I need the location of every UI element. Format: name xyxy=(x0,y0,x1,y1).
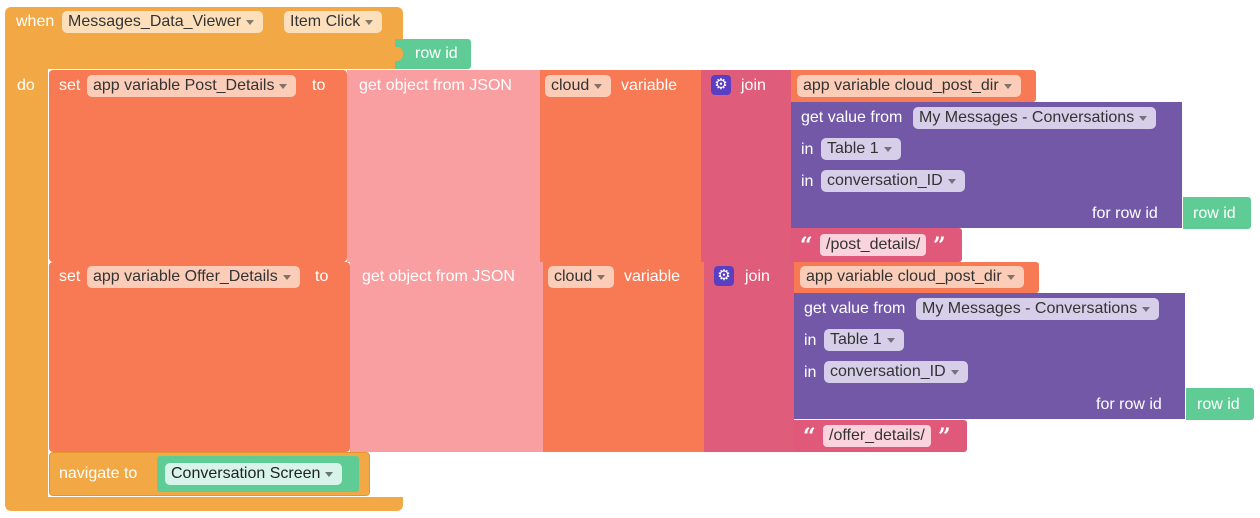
event-dropdown[interactable]: Item Click xyxy=(284,11,383,33)
open-quote-icon: “ xyxy=(803,424,816,450)
cloud-variable-block[interactable] xyxy=(540,70,701,262)
get-object-json-block[interactable] xyxy=(347,70,540,262)
get-object-label: get object from JSON xyxy=(359,77,512,94)
component-dropdown[interactable]: Messages_Data_Viewer xyxy=(62,11,264,33)
variable-label: variable xyxy=(621,77,678,94)
column-dropdown[interactable]: conversation_ID xyxy=(821,170,965,192)
join-block[interactable] xyxy=(701,70,791,262)
table-dropdown[interactable]: Table 1 xyxy=(821,138,901,160)
cloud-dropdown[interactable]: cloud xyxy=(548,266,615,288)
set-block-offer-details[interactable] xyxy=(49,262,350,452)
cloud-dropdown[interactable]: cloud xyxy=(545,75,612,97)
event-block-footer xyxy=(5,497,403,511)
variable-dropdown-post-details[interactable]: app variable Post_Details xyxy=(87,75,297,97)
set-label: set xyxy=(59,77,81,94)
close-quote-icon: ” xyxy=(933,233,946,259)
cloud-variable-block[interactable] xyxy=(543,262,704,452)
gear-icon[interactable]: ⚙ xyxy=(711,75,731,95)
in-label: in xyxy=(801,141,814,158)
join-block[interactable] xyxy=(704,262,794,452)
string-value[interactable]: /offer_details/ xyxy=(823,425,931,447)
open-quote-icon: “ xyxy=(800,233,813,259)
join-label: join xyxy=(745,268,770,285)
variable-label: variable xyxy=(624,268,681,285)
close-quote-icon: ” xyxy=(938,424,951,450)
event-param-label: row id xyxy=(415,45,458,62)
variable-dropdown-offer-details[interactable]: app variable Offer_Details xyxy=(87,266,300,288)
column-dropdown[interactable]: conversation_ID xyxy=(824,361,968,383)
to-label: to xyxy=(315,268,329,285)
get-object-json-block[interactable] xyxy=(350,262,543,452)
for-row-label: for row id xyxy=(1092,205,1158,222)
get-value-label: get value from xyxy=(804,300,906,317)
screen-dropdown[interactable]: Conversation Screen xyxy=(165,463,343,485)
cloud-post-dir-dropdown[interactable]: app variable cloud_post_dir xyxy=(797,75,1021,97)
data-source-dropdown[interactable]: My Messages - Conversations xyxy=(913,107,1157,129)
get-value-label: get value from xyxy=(801,109,903,126)
in-label-2: in xyxy=(804,364,817,381)
navigate-label: navigate to xyxy=(59,465,138,482)
data-source-dropdown[interactable]: My Messages - Conversations xyxy=(916,298,1160,320)
set-label: set xyxy=(59,268,81,285)
row-id-label: row id xyxy=(1197,396,1240,413)
set-block-post-details[interactable] xyxy=(49,70,347,262)
table-dropdown[interactable]: Table 1 xyxy=(824,329,904,351)
row-id-label: row id xyxy=(1193,205,1236,222)
in-label-2: in xyxy=(801,173,814,190)
when-label: when xyxy=(16,13,55,30)
join-label: join xyxy=(741,77,766,94)
string-value[interactable]: /post_details/ xyxy=(820,234,927,256)
do-label: do xyxy=(17,77,35,94)
get-object-label: get object from JSON xyxy=(362,268,515,285)
to-label: to xyxy=(312,77,326,94)
cloud-post-dir-dropdown[interactable]: app variable cloud_post_dir xyxy=(800,266,1024,288)
in-label: in xyxy=(804,332,817,349)
gear-icon[interactable]: ⚙ xyxy=(714,266,734,286)
for-row-label: for row id xyxy=(1096,396,1162,413)
event-block-spine xyxy=(5,69,48,501)
